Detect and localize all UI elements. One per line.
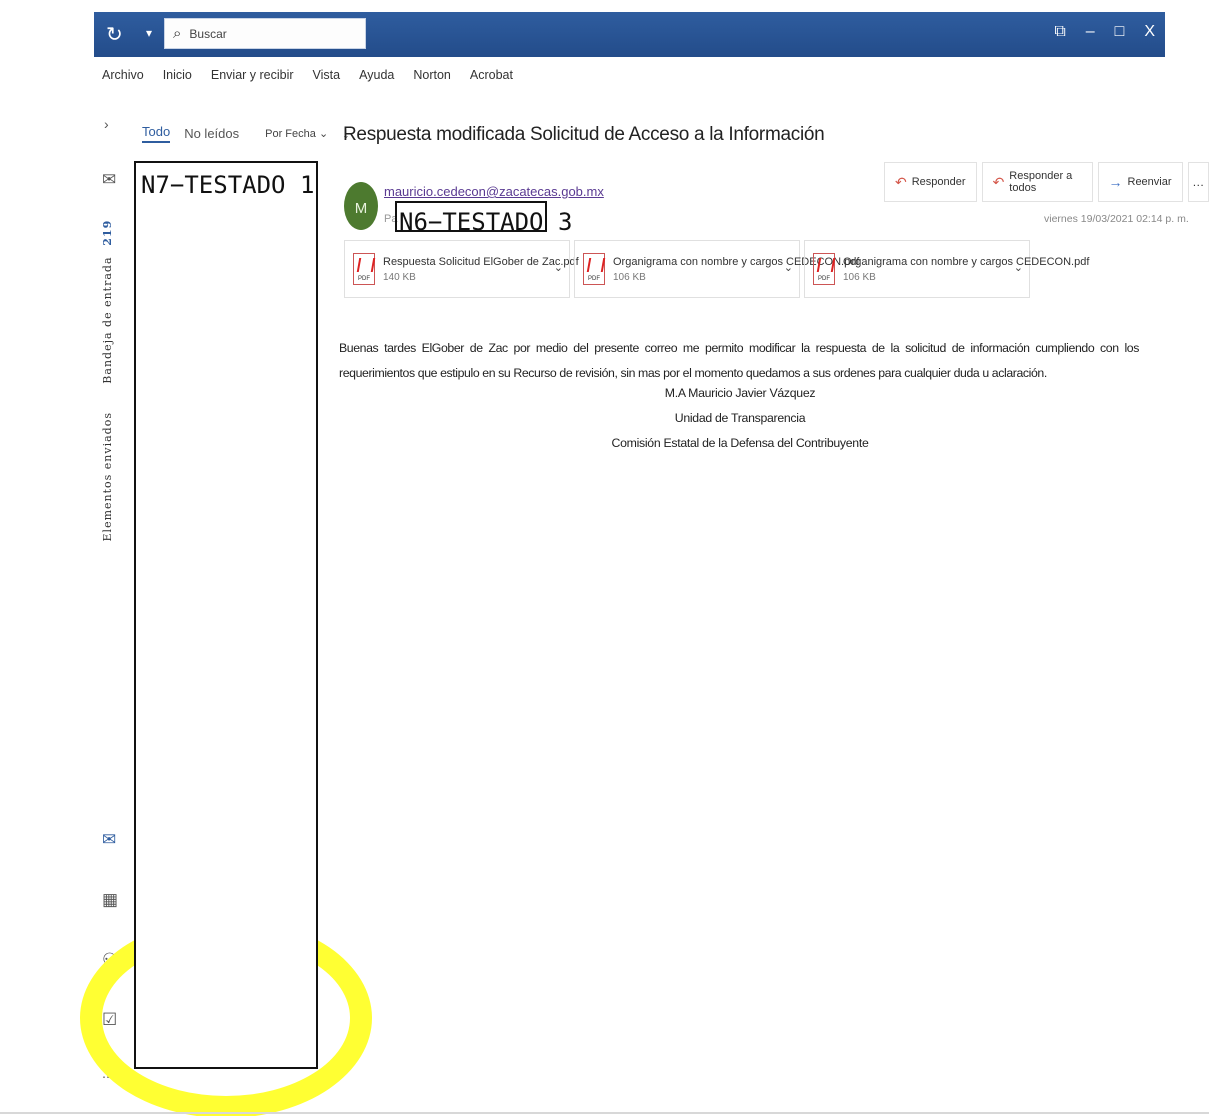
inbox-label: Bandeja de entrada <box>101 256 114 384</box>
attachment-item[interactable]: PDF Organigrama con nombre y cargos CEDE… <box>804 240 1089 298</box>
redaction-label-recipient: N6−TESTADO 3 <box>399 208 573 236</box>
quick-access-dropdown-icon[interactable]: ▾ <box>146 26 152 40</box>
forward-icon: → <box>1108 174 1123 190</box>
search-icon: ⌕ <box>173 25 182 42</box>
menu-inicio[interactable]: Inicio <box>163 68 192 82</box>
mail-icon[interactable]: ✉ <box>102 830 116 850</box>
menu-archivo[interactable]: Archivo <box>102 68 144 82</box>
redaction-box-list: N7−TESTADO 1 <box>134 161 318 1069</box>
email-actions: ↶ Responder ↶ Responder a todos → Reenvi… <box>884 162 1209 202</box>
reply-button[interactable]: ↶ Responder <box>884 162 977 202</box>
inbox-folder[interactable]: Bandeja de entrada 219 <box>101 220 114 384</box>
attachments-row: PDF Respuesta Solicitud ElGober de Zac.p… <box>344 240 1089 298</box>
attachment-size: 140 KB <box>383 271 416 283</box>
reply-label: Responder <box>911 176 966 188</box>
calendar-grid-icon[interactable]: ▦ <box>102 890 118 910</box>
pdf-icon: PDF <box>353 253 375 285</box>
maximize-icon[interactable]: □ <box>1115 23 1125 41</box>
attachment-name: Organigrama con nombre y cargos CEDECON.… <box>843 255 1090 268</box>
minimize-icon[interactable]: – <box>1086 23 1095 41</box>
more-actions-button[interactable]: … <box>1187 162 1209 202</box>
chevron-down-icon[interactable]: ⌄ <box>554 261 563 274</box>
signature-unit: Unidad de Transparencia <box>674 411 806 425</box>
forward-label: Reenviar <box>1127 176 1172 188</box>
window-controls: ⧉ – □ X <box>1054 23 1155 41</box>
ribbon-menu: Archivo Inicio Enviar y recibir Vista Ay… <box>102 68 513 82</box>
email-body: Buenas tardes ElGober de Zac por medio d… <box>339 341 1139 380</box>
avatar-initial: M <box>354 200 368 217</box>
signature-organization: Comisión Estatal de la Defensa del Contr… <box>611 436 869 450</box>
search-input[interactable]: ⌕ Buscar <box>164 18 366 49</box>
calendar-icon[interactable]: ✉ <box>102 170 116 190</box>
menu-acrobat[interactable]: Acrobat <box>470 68 513 82</box>
attachment-name: Respuesta Solicitud ElGober de Zac.pdf <box>383 255 579 268</box>
chevron-down-icon: ⌄ <box>318 128 329 140</box>
menu-enviar-recibir[interactable]: Enviar y recibir <box>211 68 294 82</box>
restore-layout-icon[interactable]: ⧉ <box>1054 23 1065 41</box>
reply-all-label: Responder a todos <box>1009 170 1073 194</box>
bottom-divider <box>0 1112 1209 1114</box>
menu-vista[interactable]: Vista <box>313 68 341 82</box>
sent-label: Elementos enviados <box>101 412 114 542</box>
reply-icon: ↶ <box>895 173 907 190</box>
message-list-filters: Todo No leídos Por Fecha ⌄ ↓ <box>142 124 350 143</box>
reply-all-button[interactable]: ↶ Responder a todos <box>981 162 1093 202</box>
close-icon[interactable]: X <box>1144 23 1155 41</box>
refresh-icon[interactable]: ↻ <box>106 22 123 47</box>
sender-address[interactable]: mauricio.cedecon@zacatecas.gob.mx <box>384 184 604 199</box>
signature-name: M.A Mauricio Javier Vázquez <box>664 386 816 400</box>
menu-ayuda[interactable]: Ayuda <box>359 68 394 82</box>
pdf-icon: PDF <box>583 253 605 285</box>
forward-button[interactable]: → Reenviar <box>1097 162 1183 202</box>
attachment-item[interactable]: PDF Respuesta Solicitud ElGober de Zac.p… <box>344 240 579 298</box>
chevron-down-icon[interactable]: ⌄ <box>1014 261 1023 274</box>
filter-unread-tab[interactable]: No leídos <box>184 126 239 141</box>
reply-all-icon: ↶ <box>992 173 1005 190</box>
redaction-label-list: N7−TESTADO 1 <box>141 171 315 199</box>
attachment-size: 106 KB <box>843 271 876 283</box>
sort-dropdown[interactable]: Por Fecha ⌄ <box>265 127 328 140</box>
filter-all-tab[interactable]: Todo <box>142 124 171 143</box>
email-datetime: viernes 19/03/2021 02:14 p. m. <box>1044 213 1189 225</box>
chevron-down-icon[interactable]: ⌄ <box>784 261 793 274</box>
attachment-item[interactable]: PDF Organigrama con nombre y cargos CEDE… <box>574 240 859 298</box>
search-placeholder: Buscar <box>189 26 227 41</box>
menu-norton[interactable]: Norton <box>413 68 451 82</box>
pdf-icon: PDF <box>813 253 835 285</box>
email-subject: Respuesta modificada Solicitud de Acceso… <box>343 124 825 145</box>
avatar: M <box>344 182 378 230</box>
title-bar: ↻ ▾ ⌕ Buscar ⧉ – □ X <box>94 12 1165 57</box>
expand-pane-chevron-icon[interactable]: › <box>104 116 109 132</box>
inbox-count: 219 <box>101 220 114 246</box>
sent-folder[interactable]: Elementos enviados <box>101 412 114 541</box>
sort-label: Por Fecha <box>265 128 316 140</box>
